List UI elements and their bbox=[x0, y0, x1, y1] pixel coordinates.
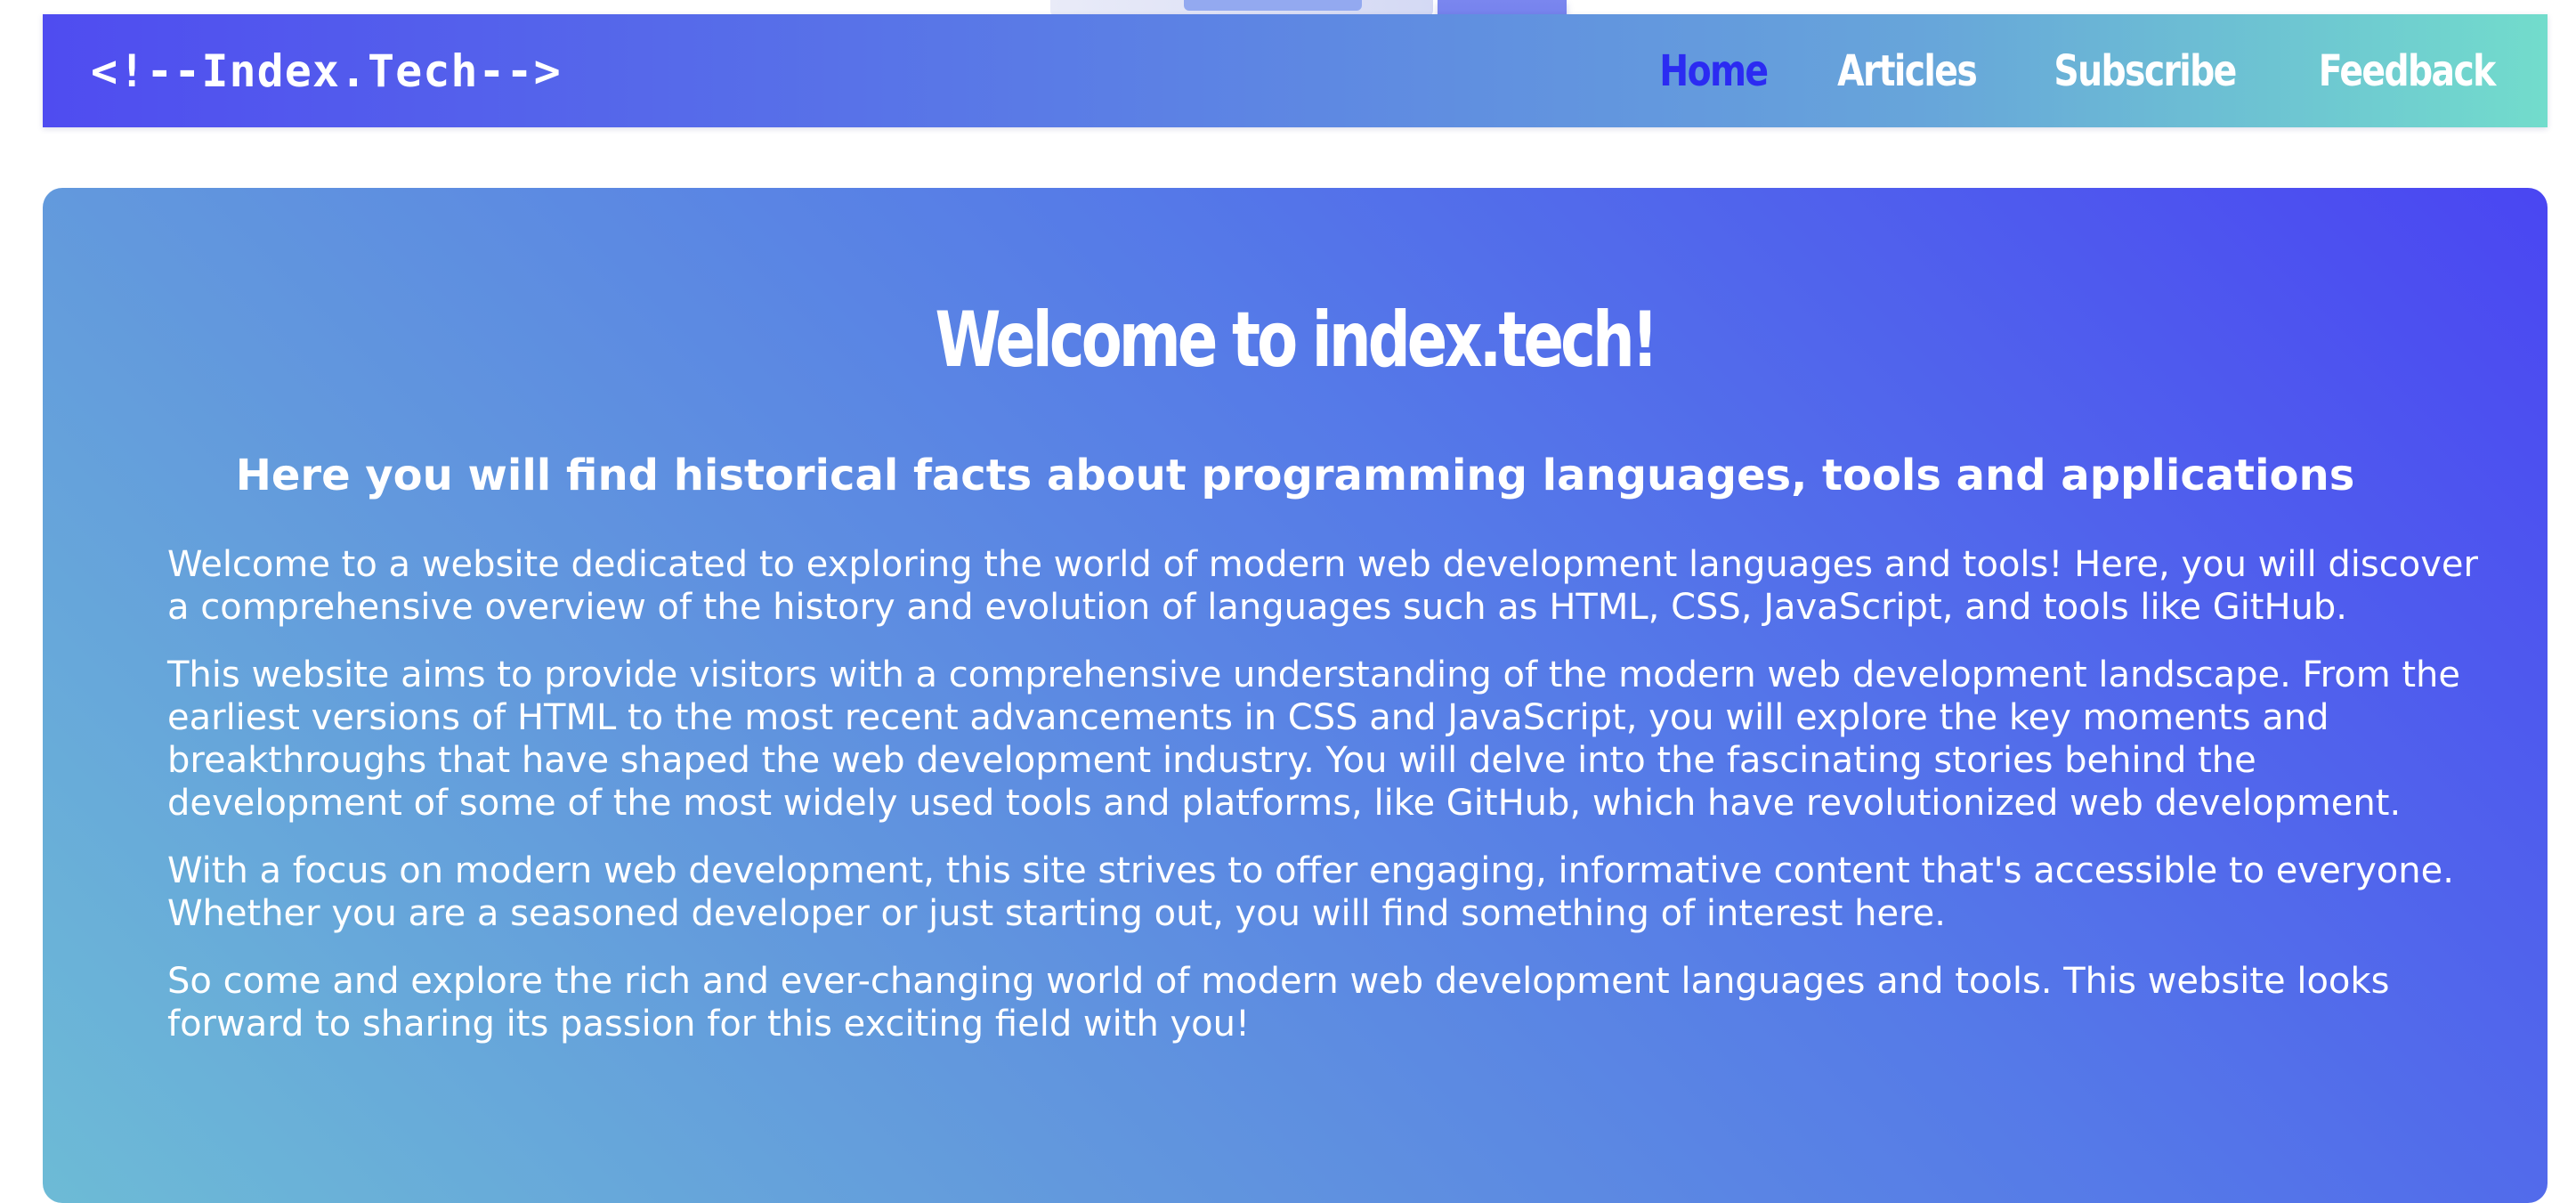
nav-link-feedback[interactable]: Feedback bbox=[2318, 46, 2496, 96]
top-navigation-bar: <!--Index.Tech--> Home Articles Subscrib… bbox=[43, 14, 2548, 127]
background-tab-highlight bbox=[1184, 0, 1362, 11]
welcome-section: Welcome to index.tech! Here you will fin… bbox=[43, 188, 2548, 1203]
intro-paragraph: So come and explore the rich and ever-ch… bbox=[167, 960, 2390, 1044]
page-title: Welcome to index.tech! bbox=[935, 296, 1658, 385]
nav-links: Home Articles Subscribe Feedback bbox=[1648, 46, 2514, 96]
intro-paragraph: With a focus on modern web development, … bbox=[167, 849, 2454, 934]
page-subtitle: Here you will find historical facts abou… bbox=[235, 451, 2355, 501]
intro-paragraph: This website aims to provide visitors wi… bbox=[167, 654, 2461, 824]
nav-link-home[interactable]: Home bbox=[1660, 46, 1770, 96]
intro-paragraph: Welcome to a website dedicated to explor… bbox=[167, 543, 2478, 628]
nav-link-subscribe[interactable]: Subscribe bbox=[2054, 46, 2238, 96]
site-logo[interactable]: <!--Index.Tech--> bbox=[91, 45, 562, 97]
nav-link-articles[interactable]: Articles bbox=[1837, 46, 1978, 96]
intro-text: Welcome to a website dedicated to explor… bbox=[167, 543, 2482, 1045]
